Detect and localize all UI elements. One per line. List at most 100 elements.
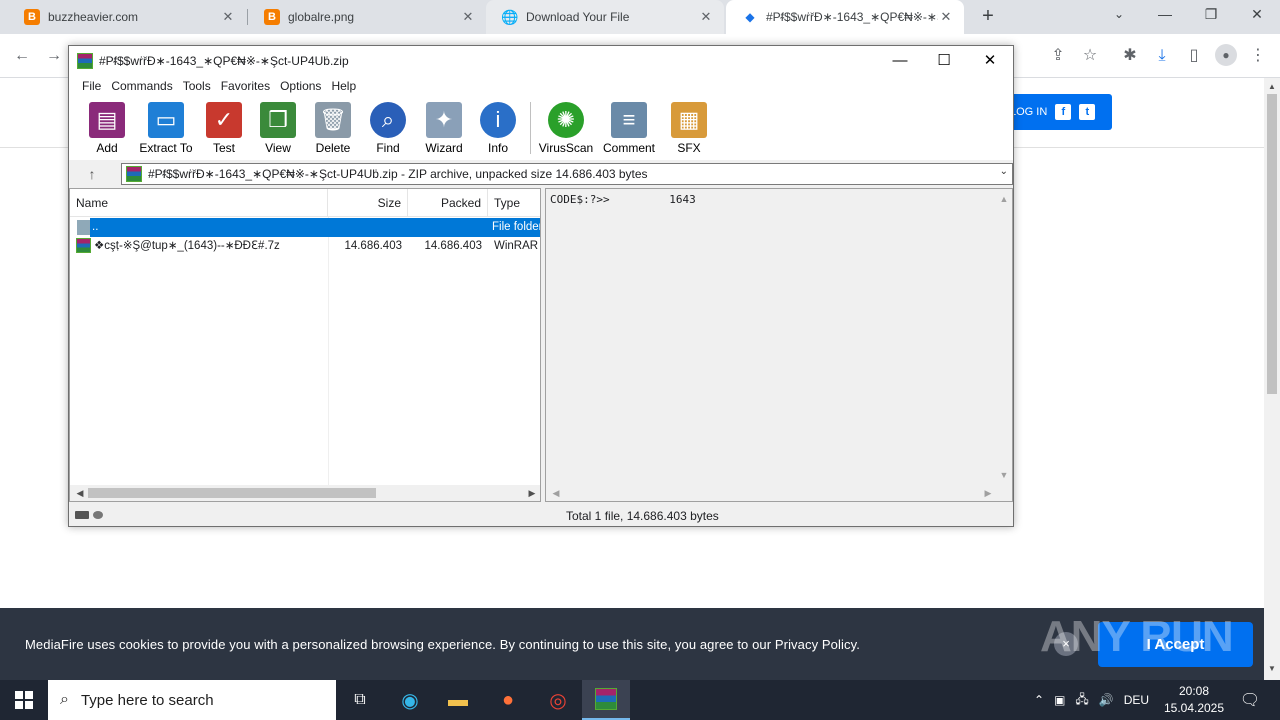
tab-search-icon[interactable]: ⌄ (1096, 0, 1142, 30)
network-icon[interactable]: 🖧 (1075, 690, 1088, 711)
column-packed[interactable]: Packed (408, 189, 488, 217)
bookmark-star-icon[interactable]: ☆ (1078, 44, 1102, 68)
tab-strip: B buzzheavier.com ✕ B globalre.png ✕ 🌐 D… (0, 0, 1280, 34)
menu-file[interactable]: File (77, 79, 106, 93)
menu-tools[interactable]: Tools (178, 79, 216, 93)
page-scrollbar[interactable]: ▲ ▼ (1264, 78, 1280, 680)
scroll-right-icon[interactable]: ▶ (980, 485, 996, 501)
tool-label: Info (487, 141, 508, 155)
wizard-button[interactable]: ✦ Wizard (415, 102, 473, 155)
add-button[interactable]: ▤ Add (78, 102, 136, 155)
close-window-icon[interactable]: ✕ (1234, 0, 1280, 30)
login-link[interactable]: LOG IN (1010, 106, 1047, 118)
menu-help[interactable]: Help (326, 79, 361, 93)
chrome-icon[interactable]: ◎ (534, 680, 582, 720)
column-size[interactable]: Size (328, 189, 408, 217)
notification-icon[interactable]: 🗨 (1226, 680, 1274, 720)
tab-download[interactable]: 🌐 Download Your File ✕ (486, 0, 724, 34)
sfx-button[interactable]: ▦ SFX (660, 102, 718, 155)
winrar-taskbar-icon[interactable] (582, 680, 630, 720)
info-icon: i (480, 102, 516, 138)
clipboard-check-icon: ✓ (206, 102, 242, 138)
edge-icon[interactable]: ◉ (386, 680, 434, 720)
address-bar: ↑ #Pᵮ$$wṙřĐ∗-1643_∗QP€₦※-∗Şct-UP4Uḃ.zip … (69, 162, 1013, 186)
blogger-icon: B (264, 9, 280, 25)
firefox-icon[interactable]: ● (484, 680, 532, 720)
tab-globalre[interactable]: B globalre.png ✕ (248, 0, 486, 34)
menu-kebab-icon[interactable]: ⋮ (1246, 44, 1270, 68)
minimize-icon[interactable]: — (1142, 0, 1188, 30)
volume-icon[interactable]: 🔊 (1099, 693, 1114, 707)
menu-commands[interactable]: Commands (106, 79, 177, 93)
tab-close-icon[interactable]: ✕ (220, 9, 236, 25)
chevron-down-icon[interactable]: ⌄ (1000, 166, 1008, 177)
delete-button[interactable]: 🗑 Delete (304, 102, 362, 155)
tab-buzzheavier[interactable]: B buzzheavier.com ✕ (8, 0, 246, 34)
scroll-left-icon[interactable]: ◀ (72, 485, 88, 501)
download-icon[interactable]: ⤓ (1150, 44, 1174, 68)
menu-favorites[interactable]: Favorites (216, 79, 275, 93)
extensions-icon[interactable]: ✱ (1118, 44, 1142, 68)
scroll-right-icon[interactable]: ▶ (524, 485, 540, 501)
forward-arrow-icon[interactable]: → (42, 44, 66, 68)
winrar-window: #Pᵮ$$wṙřĐ∗-1643_∗QP€₦※-∗Şct-UP4Uḃ.zip — … (68, 45, 1014, 527)
share-icon[interactable]: ⇪ (1046, 44, 1070, 68)
taskbar-search[interactable]: ⌕ Type here to search (48, 680, 336, 720)
tab-close-icon[interactable]: ✕ (460, 9, 476, 25)
tab-title: buzzheavier.com (48, 10, 139, 24)
view-button[interactable]: ❒ View (249, 102, 307, 155)
up-arrow-icon[interactable]: ↑ (77, 162, 107, 186)
meet-icon[interactable]: ▣ (1054, 693, 1065, 707)
comment-horizontal-scrollbar[interactable]: ◀ ▶ (546, 485, 996, 501)
start-button[interactable] (0, 680, 48, 720)
profile-avatar-icon[interactable]: ● (1215, 44, 1237, 66)
archive-path-field[interactable]: #Pᵮ$$wṙřĐ∗-1643_∗QP€₦※-∗Şct-UP4Uḃ.zip - … (121, 163, 1013, 185)
list-item[interactable]: .. File folder (70, 218, 540, 237)
maximize-icon[interactable]: ☐ (921, 46, 967, 76)
selection-highlight: .. File folder (90, 218, 540, 237)
task-view-icon[interactable]: ⧉ (336, 680, 384, 720)
file-size: 14.686.403 (344, 240, 402, 252)
twitter-icon[interactable]: t (1079, 104, 1096, 120)
comment-vertical-scrollbar[interactable]: ▲ ▼ (996, 189, 1012, 485)
chevron-up-icon[interactable]: ⌃ (1034, 693, 1044, 707)
language-indicator[interactable]: DEU (1124, 693, 1149, 707)
taskbar: ⌕ Type here to search ⧉ ◉ ▬ ● ◎ ⌃ ▣ 🖧 🔊 … (0, 680, 1280, 720)
tab-close-icon[interactable]: ✕ (938, 9, 954, 25)
tab-close-icon[interactable]: ✕ (698, 9, 714, 25)
find-button[interactable]: ⌕ Find (359, 102, 417, 155)
close-icon[interactable]: ✕ (967, 46, 1013, 76)
scroll-down-icon[interactable]: ▼ (996, 467, 1012, 483)
tool-label: VirusScan (538, 141, 594, 155)
virusscan-button[interactable]: ✺ VirusScan (537, 102, 595, 155)
file-explorer-icon[interactable]: ▬ (434, 680, 482, 720)
comment-icon: ≡ (611, 102, 647, 138)
clock[interactable]: 20:08 15.04.2025 (1160, 683, 1228, 717)
restore-icon[interactable]: ❐ (1188, 0, 1234, 30)
minimize-icon[interactable]: — (877, 46, 923, 76)
info-button[interactable]: i Info (469, 102, 527, 155)
new-tab-button[interactable]: + (976, 4, 1000, 28)
column-type[interactable]: Type (488, 189, 540, 217)
file-name: ❖cşṭ-※Ş@tup∗_(1643)--∗ƉĐℇ#.7z (94, 240, 280, 252)
facebook-icon[interactable]: f (1055, 104, 1072, 120)
comment-button[interactable]: ≡ Comment (600, 102, 658, 155)
comment-pane: CODE$:?>> 1643 ▲ ▼ ◀ ▶ (545, 188, 1013, 502)
scroll-up-icon[interactable]: ▲ (996, 191, 1012, 207)
scroll-down-icon[interactable]: ▼ (1264, 664, 1280, 673)
status-bar: Total 1 file, 14.686.403 bytes (69, 506, 1013, 526)
toolbar-separator (530, 102, 531, 154)
list-horizontal-scrollbar[interactable]: ◀ ▶ (70, 485, 540, 501)
menu-options[interactable]: Options (275, 79, 326, 93)
column-name[interactable]: Name (70, 189, 328, 217)
scroll-up-icon[interactable]: ▲ (1264, 82, 1280, 91)
scroll-thumb[interactable] (88, 488, 376, 498)
list-item[interactable]: ❖cşṭ-※Ş@tup∗_(1643)--∗ƉĐℇ#.7z 14.686.403… (70, 237, 540, 256)
test-button[interactable]: ✓ Test (195, 102, 253, 155)
scroll-thumb[interactable] (1267, 94, 1277, 394)
back-arrow-icon[interactable]: ← (10, 44, 34, 68)
tab-mediafire[interactable]: ◆ #Pᵮ$$wṙřĐ∗-1643_∗QP€₦※-∗Ş ✕ (726, 0, 964, 34)
scroll-left-icon[interactable]: ◀ (548, 485, 564, 501)
extract-to-button[interactable]: ▭ Extract To (137, 102, 195, 155)
side-panel-icon[interactable]: ▯ (1182, 44, 1206, 68)
